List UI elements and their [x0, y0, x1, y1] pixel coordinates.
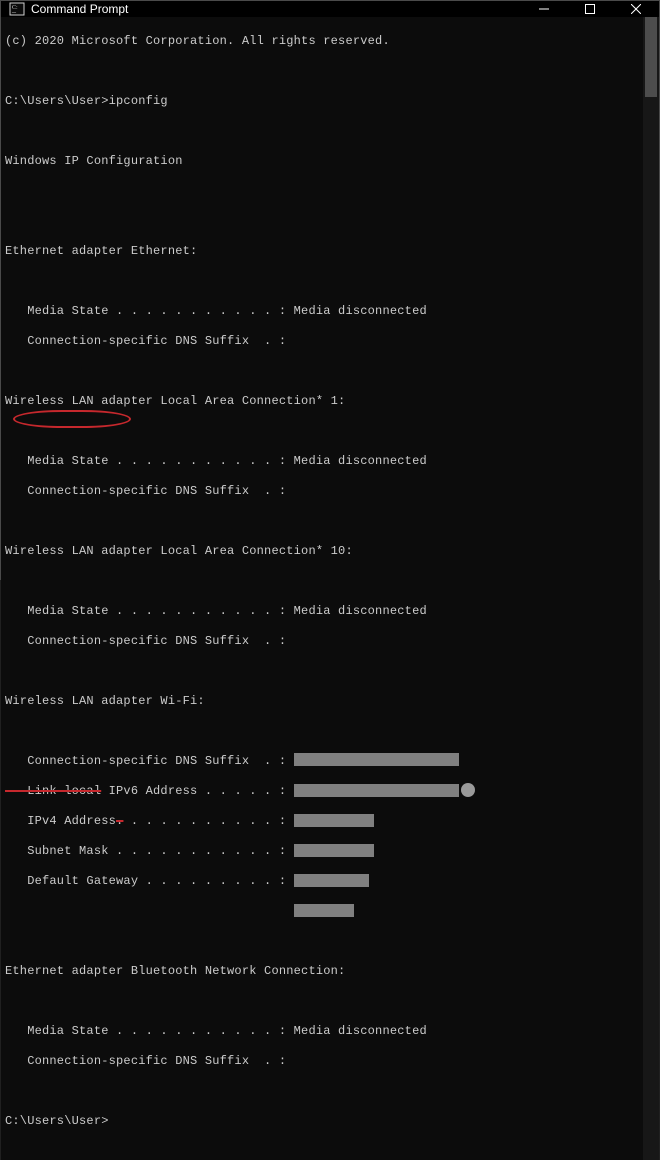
media-state: Media State . . . . . . . . . . . : Medi… — [5, 604, 639, 619]
redacted-value — [294, 784, 459, 797]
command-prompt-window: _ C: Command Prompt (c) 2020 Microsoft C… — [0, 0, 660, 580]
media-state: Media State . . . . . . . . . . . : Medi… — [5, 304, 639, 319]
ipconfig-heading: Windows IP Configuration — [5, 154, 639, 169]
section-title: Ethernet adapter Bluetooth Network Conne… — [5, 964, 639, 979]
titlebar[interactable]: _ C: Command Prompt — [1, 1, 659, 17]
section-title: Wireless LAN adapter Local Area Connecti… — [5, 394, 639, 409]
redacted-value — [294, 753, 459, 766]
blank — [5, 664, 639, 679]
scrollbar[interactable] — [643, 17, 659, 1160]
close-button[interactable] — [613, 1, 659, 17]
eraser-icon — [461, 783, 475, 797]
wifi-ipv6: Link-local IPv6 Address . . . . . : — [5, 784, 639, 799]
window-controls — [521, 1, 659, 17]
section-title: Ethernet adapter Ethernet: — [5, 244, 639, 259]
blank — [5, 64, 639, 79]
svg-text:C:: C: — [12, 5, 18, 11]
section-title: Wireless LAN adapter Wi-Fi: — [5, 694, 639, 709]
terminal-area: (c) 2020 Microsoft Corporation. All righ… — [1, 17, 659, 1160]
minimize-button[interactable] — [521, 1, 567, 17]
dns-suffix: Connection-specific DNS Suffix . : — [5, 634, 639, 649]
blank — [5, 214, 639, 229]
dns-suffix: Connection-specific DNS Suffix . : — [5, 484, 639, 499]
blank — [5, 934, 639, 949]
maximize-button[interactable] — [567, 1, 613, 17]
wifi-subnet: Subnet Mask . . . . . . . . . . . : — [5, 844, 639, 859]
wifi-gateway: Default Gateway . . . . . . . . . : — [5, 874, 639, 889]
blank — [5, 184, 639, 199]
wifi-ipv4: IPv4 Address. . . . . . . . . . . : — [5, 814, 639, 829]
blank — [5, 1084, 639, 1099]
redacted-value — [294, 814, 374, 827]
redacted-value — [294, 844, 374, 857]
command-prompt-icon: _ C: — [9, 1, 25, 17]
window-title: Command Prompt — [31, 2, 521, 16]
prompt-line: C:\Users\User> — [5, 1114, 639, 1129]
terminal-output[interactable]: (c) 2020 Microsoft Corporation. All righ… — [1, 17, 643, 1160]
media-state: Media State . . . . . . . . . . . : Medi… — [5, 454, 639, 469]
blank — [5, 274, 639, 289]
wifi-gateway-2 — [5, 904, 639, 919]
blank — [5, 724, 639, 739]
blank — [5, 994, 639, 1009]
blank — [5, 574, 639, 589]
copyright-line: (c) 2020 Microsoft Corporation. All righ… — [5, 34, 639, 49]
redacted-value — [294, 874, 369, 887]
blank — [5, 124, 639, 139]
redacted-value — [294, 904, 354, 917]
blank — [5, 514, 639, 529]
dns-suffix: Connection-specific DNS Suffix . : — [5, 334, 639, 349]
prompt-line: C:\Users\User>ipconfig — [5, 94, 639, 109]
blank — [5, 424, 639, 439]
section-title: Wireless LAN adapter Local Area Connecti… — [5, 544, 639, 559]
scrollbar-thumb[interactable] — [645, 17, 657, 97]
wifi-dns-suffix: Connection-specific DNS Suffix . : — [5, 754, 639, 769]
blank — [5, 364, 639, 379]
media-state: Media State . . . . . . . . . . . : Medi… — [5, 1024, 639, 1039]
dns-suffix: Connection-specific DNS Suffix . : — [5, 1054, 639, 1069]
